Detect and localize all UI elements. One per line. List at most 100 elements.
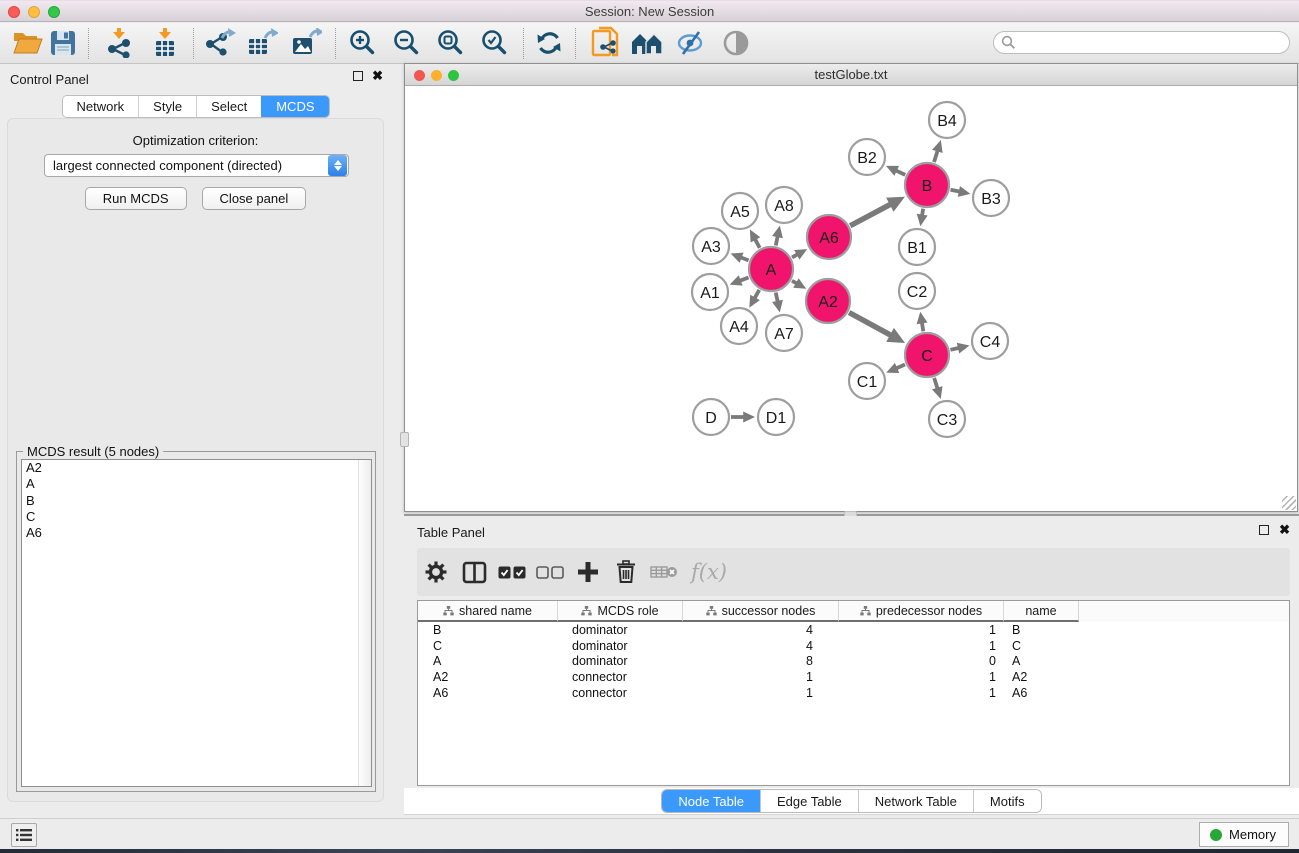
- column-header-predecessor-nodes[interactable]: predecessor nodes: [839, 601, 1004, 622]
- zoom-in-icon[interactable]: [348, 29, 376, 57]
- mcds-result-list[interactable]: A2ABCA6: [21, 459, 372, 787]
- list-item[interactable]: B: [22, 493, 371, 509]
- table-row[interactable]: Cdominator41C: [418, 638, 1289, 654]
- open-file-icon[interactable]: [12, 30, 44, 56]
- hide-panel-icon[interactable]: [676, 29, 706, 57]
- close-window-button[interactable]: [8, 6, 20, 18]
- list-item[interactable]: A: [22, 476, 371, 492]
- float-table-panel-icon[interactable]: [1259, 525, 1269, 535]
- tab-style[interactable]: Style: [138, 96, 196, 117]
- zoom-selected-icon[interactable]: [480, 29, 508, 57]
- add-column-icon[interactable]: [569, 552, 607, 592]
- graph-edge[interactable]: [755, 290, 760, 298]
- list-item[interactable]: A2: [22, 460, 371, 476]
- column-type-icon: [443, 606, 454, 616]
- tab-network[interactable]: Network: [62, 96, 138, 117]
- graph-edge[interactable]: [896, 170, 905, 174]
- table-row[interactable]: Bdominator41B: [418, 622, 1289, 638]
- split-columns-icon[interactable]: [455, 552, 493, 592]
- desktop-background: [0, 849, 1299, 853]
- select-all-icon[interactable]: [493, 552, 531, 592]
- control-panel: Control Panel ✖ Network Style Select MCD…: [0, 64, 391, 813]
- resize-grip-icon[interactable]: [1282, 496, 1296, 510]
- network-maximize-button[interactable]: [448, 70, 459, 81]
- refresh-icon[interactable]: [535, 29, 563, 57]
- show-panel-icon[interactable]: [722, 29, 750, 57]
- table-row[interactable]: A2connector11A2: [418, 669, 1289, 685]
- graph-edge[interactable]: [934, 150, 938, 162]
- network-close-button[interactable]: [414, 70, 425, 81]
- mcds-tab-content: Optimization criterion: largest connecte…: [7, 118, 384, 802]
- save-session-icon[interactable]: [50, 30, 76, 56]
- export-table-icon[interactable]: [246, 28, 278, 58]
- graph-edge[interactable]: [776, 293, 778, 302]
- tab-edge-table[interactable]: Edge Table: [760, 790, 858, 812]
- mcds-result-title: MCDS result (5 nodes): [23, 444, 163, 459]
- criterion-select[interactable]: largest connected component (directed): [44, 154, 349, 177]
- node-label: C2: [907, 284, 928, 301]
- close-table-panel-icon[interactable]: ✖: [1279, 525, 1290, 535]
- tab-select[interactable]: Select: [196, 96, 261, 117]
- gear-icon[interactable]: [417, 552, 455, 592]
- task-history-button[interactable]: [11, 823, 37, 847]
- import-table-icon[interactable]: [150, 28, 180, 58]
- delete-column-icon[interactable]: [607, 552, 645, 592]
- fx-label: f(x): [691, 560, 727, 584]
- result-scrollbar[interactable]: [358, 460, 371, 786]
- tab-motifs[interactable]: Motifs: [973, 790, 1041, 812]
- tab-mcds[interactable]: MCDS: [261, 96, 328, 117]
- close-panel-icon[interactable]: ✖: [372, 71, 383, 81]
- home-icon[interactable]: [630, 30, 666, 56]
- graph-edge[interactable]: [776, 236, 778, 245]
- deselect-all-icon[interactable]: [531, 552, 569, 592]
- table-row[interactable]: Adominator80A: [418, 654, 1289, 670]
- zoom-out-icon[interactable]: [392, 29, 420, 57]
- graph-edge[interactable]: [922, 209, 923, 216]
- maximize-window-button[interactable]: [48, 6, 60, 18]
- search-input[interactable]: [993, 31, 1290, 54]
- edge-arrowhead: [730, 275, 743, 285]
- graph-edge[interactable]: [951, 190, 960, 192]
- table-cell: 1: [683, 686, 839, 700]
- tab-node-table[interactable]: Node Table: [662, 790, 760, 812]
- graph-edge[interactable]: [934, 378, 937, 389]
- network-canvas[interactable]: AA1A2A3A4A5A6A7A8BB1B2B3B4CC1C2C3C4DD1: [405, 86, 1297, 511]
- new-network-icon[interactable]: [589, 26, 623, 60]
- list-item[interactable]: C: [22, 509, 371, 525]
- table-row[interactable]: A6connector11A6: [418, 685, 1289, 701]
- network-window-titlebar[interactable]: testGlobe.txt: [405, 64, 1297, 86]
- side-resize-handle[interactable]: [400, 432, 409, 447]
- column-header-mcds-role[interactable]: MCDS role: [558, 601, 683, 622]
- graph-edge[interactable]: [740, 277, 749, 280]
- edge-arrowhead: [772, 300, 783, 313]
- network-minimize-button[interactable]: [431, 70, 442, 81]
- toolbar-separator: [575, 28, 576, 59]
- delete-table-icon[interactable]: [645, 552, 683, 592]
- column-header-successor-nodes[interactable]: successor nodes: [683, 601, 839, 622]
- float-panel-icon[interactable]: [353, 71, 363, 81]
- tab-network-table[interactable]: Network Table: [858, 790, 973, 812]
- graph-edge[interactable]: [950, 348, 959, 350]
- list-item[interactable]: A6: [22, 525, 371, 541]
- run-mcds-button[interactable]: Run MCDS: [85, 187, 187, 210]
- memory-button[interactable]: Memory: [1199, 822, 1289, 847]
- graph-edge[interactable]: [850, 204, 891, 226]
- minimize-window-button[interactable]: [28, 6, 40, 18]
- zoom-fit-icon[interactable]: [436, 29, 464, 57]
- export-image-icon[interactable]: [290, 28, 322, 58]
- column-header-name[interactable]: name: [1004, 601, 1079, 622]
- export-network-icon[interactable]: [204, 28, 236, 58]
- graph-edge[interactable]: [896, 365, 905, 369]
- graph-edge[interactable]: [741, 257, 749, 260]
- mcds-result-items: A2ABCA6: [22, 460, 371, 541]
- import-network-icon[interactable]: [104, 28, 134, 58]
- edge-arrowhead: [932, 386, 943, 399]
- table-cell: dominator: [558, 623, 683, 637]
- column-header-shared-name[interactable]: shared name: [418, 601, 558, 622]
- function-builder-icon[interactable]: f(x): [683, 552, 735, 592]
- close-panel-button[interactable]: Close panel: [202, 187, 307, 210]
- graph-edge[interactable]: [755, 239, 760, 248]
- table-cell: A2: [1004, 670, 1079, 684]
- graph-edge[interactable]: [849, 312, 891, 335]
- graph-edge[interactable]: [922, 322, 923, 331]
